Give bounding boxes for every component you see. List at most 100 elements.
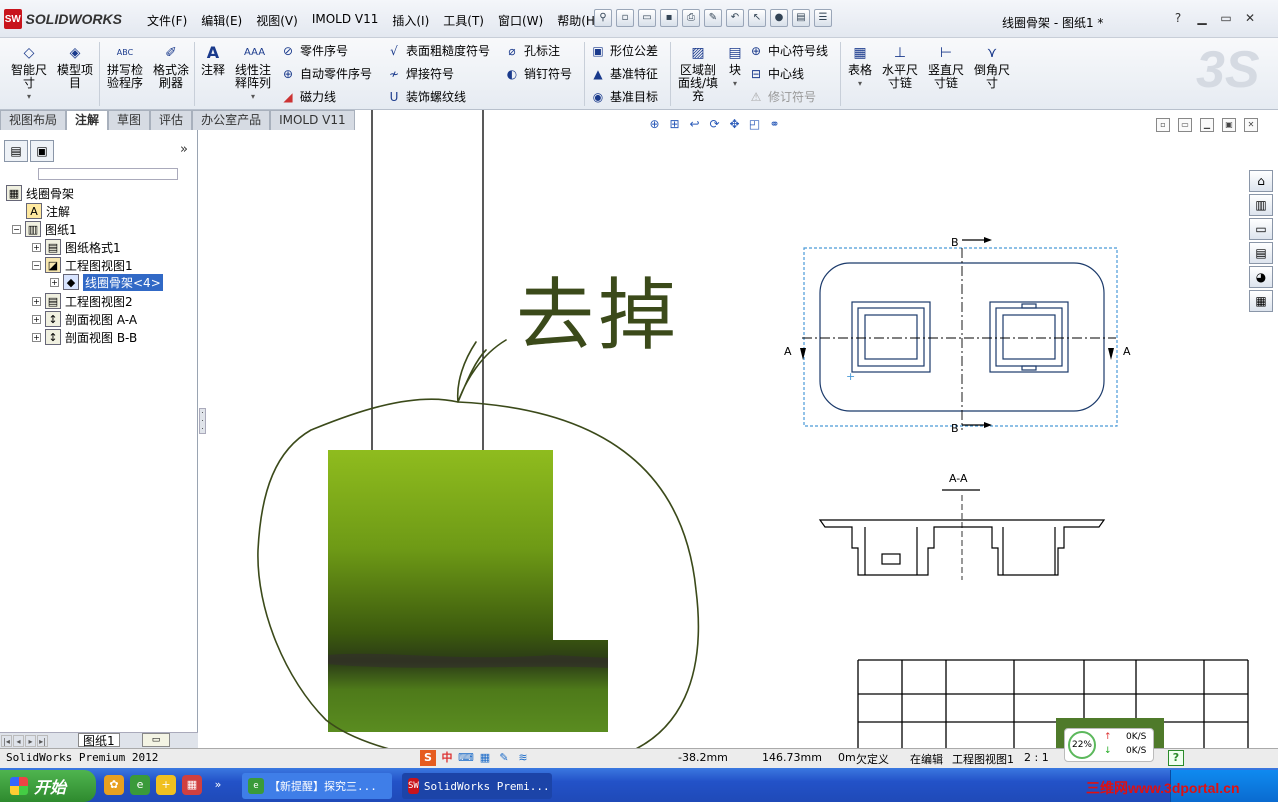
menu-insert[interactable]: 插入(I)	[385, 12, 436, 29]
menu-imold[interactable]: IMOLD V11	[305, 12, 386, 29]
tree-item-drawing-view2[interactable]: + ▤ 工程图视图2	[32, 292, 133, 310]
tree-item-sheet[interactable]: − ▥ 图纸1	[12, 220, 77, 238]
expand-icon[interactable]: +	[32, 242, 41, 252]
tree-item-annotations[interactable]: A 注解	[26, 202, 70, 220]
tab-evaluate[interactable]: 评估	[150, 110, 193, 130]
tree-item-drawing-view1[interactable]: − ◪ 工程图视图1	[32, 256, 133, 274]
smart-dimension-button[interactable]: ◇ 智能尺 寸 ▾	[8, 44, 50, 103]
dropdown-arrow-icon[interactable]: ▾	[232, 90, 274, 103]
note-button[interactable]: A 注释	[198, 44, 228, 77]
dropdown-arrow-icon[interactable]: ▾	[8, 90, 50, 103]
block-button[interactable]: ▤ 块 ▾	[724, 44, 746, 90]
tree-item-sheet-format[interactable]: + ▤ 图纸格式1	[32, 238, 121, 256]
spell-check-button[interactable]: ABC 拼写检 验程序	[104, 44, 146, 90]
centerline-button[interactable]: ⊟ 中心线	[748, 65, 804, 82]
solidworks-logo[interactable]: SW SOLIDWORKS	[4, 9, 122, 29]
vertical-chain-dim-button[interactable]: ⊢ 竖直尺 寸链	[926, 44, 966, 90]
print-icon[interactable]: ⎙	[682, 9, 700, 27]
prev-sheet-icon[interactable]: ◂	[13, 734, 24, 747]
tree-item-section-bb[interactable]: + ↕ 剖面视图 B-B	[32, 328, 137, 346]
open-folder-icon[interactable]: ▭	[638, 9, 656, 27]
chevron-right-icon[interactable]: »	[180, 142, 188, 157]
taskbar-item-solidworks[interactable]: SW SolidWorks Premi...	[402, 773, 552, 799]
dropdown-arrow-icon[interactable]: ▾	[724, 77, 746, 90]
quick-launch-expand-icon[interactable]: »	[208, 775, 228, 795]
balloon-button[interactable]: ⊘ 零件序号	[280, 42, 348, 59]
format-painter-button[interactable]: ✐ 格式涂 刷器	[150, 44, 192, 90]
help-icon[interactable]: ?	[1168, 750, 1184, 766]
close-button[interactable]: ✕	[1242, 10, 1258, 26]
new-document-icon[interactable]: ▫	[616, 9, 634, 27]
cosmetic-thread-button[interactable]: U 装饰螺纹线	[386, 88, 466, 105]
minimize-button[interactable]: ▁	[1194, 10, 1210, 26]
feature-manager-tree-icon[interactable]: ▤	[4, 140, 28, 162]
file-properties-icon[interactable]: ▤	[792, 9, 810, 27]
expand-icon[interactable]: +	[32, 296, 41, 306]
traffic-light-icon[interactable]: ●	[770, 9, 788, 27]
last-sheet-icon[interactable]: ▸|	[37, 734, 48, 747]
quick-launch-tool-icon[interactable]: ▦	[182, 775, 202, 795]
revision-symbol-button[interactable]: ⚠ 修订符号	[748, 88, 816, 105]
dowel-pin-button[interactable]: ◐ 销钉符号	[504, 65, 572, 82]
area-hatch-button[interactable]: ▨ 区域剖 面线/填 充	[676, 44, 720, 103]
menu-window[interactable]: 窗口(W)	[491, 12, 550, 29]
options-icon[interactable]: ☰	[814, 9, 832, 27]
horizontal-chain-dim-button[interactable]: ⊥ 水平尺 寸链	[880, 44, 920, 90]
expand-icon[interactable]: +	[50, 277, 59, 287]
collapse-icon[interactable]: −	[12, 224, 21, 234]
magnetic-line-button[interactable]: ◢ 磁力线	[280, 88, 336, 105]
tab-sketch[interactable]: 草图	[108, 110, 151, 130]
auto-balloon-button[interactable]: ⊕ 自动零件序号	[280, 65, 372, 82]
tree-item-root[interactable]: ▦ 线圈骨架	[6, 184, 74, 202]
first-sheet-icon[interactable]: |◂	[1, 734, 12, 747]
tree-item-section-aa[interactable]: + ↕ 剖面视图 A-A	[32, 310, 137, 328]
tree-item-part[interactable]: + ◆ 线圈骨架<4>	[50, 273, 163, 291]
datum-target-button[interactable]: ◉ 基准目标	[590, 88, 658, 105]
hole-callout-button[interactable]: ⌀ 孔标注	[504, 42, 560, 59]
ime-mode-icon[interactable]: 中	[439, 750, 455, 766]
linear-note-pattern-button[interactable]: AAA 线性注 释阵列 ▾	[232, 44, 274, 103]
undo-icon[interactable]: ↶	[726, 9, 744, 27]
sheet-tab[interactable]: 图纸1	[78, 733, 120, 748]
collapse-icon[interactable]: −	[32, 260, 41, 270]
menu-tools[interactable]: 工具(T)	[436, 12, 491, 29]
sogou-ime-icon[interactable]: S	[420, 750, 436, 766]
next-sheet-icon[interactable]: ▸	[25, 734, 36, 747]
menu-edit[interactable]: 编辑(E)	[194, 12, 249, 29]
wrench-icon[interactable]: ✎	[496, 750, 512, 766]
dropdown-arrow-icon[interactable]: ▾	[846, 77, 874, 90]
pin-icon[interactable]: ⚲	[594, 9, 612, 27]
taskbar-item-browser[interactable]: e 【新提醒】探究三...	[242, 773, 392, 799]
help-question-icon[interactable]: ?	[1170, 10, 1186, 26]
quick-launch-plus-icon[interactable]: +	[156, 775, 176, 795]
menu-file[interactable]: 文件(F)	[140, 12, 194, 29]
tree-filter-input[interactable]	[38, 168, 178, 180]
surface-finish-button[interactable]: √ 表面粗糙度符号	[386, 42, 490, 59]
weld-symbol-button[interactable]: ≁ 焊接符号	[386, 65, 454, 82]
select-arrow-icon[interactable]: ↖	[748, 9, 766, 27]
quick-launch-app-icon[interactable]: ✿	[104, 775, 124, 795]
menu-view[interactable]: 视图(V)	[249, 12, 305, 29]
center-mark-button[interactable]: ⊕ 中心符号线	[748, 42, 828, 59]
property-manager-icon[interactable]: ▣	[30, 140, 54, 162]
tab-annotation[interactable]: 注解	[66, 110, 109, 130]
expand-icon[interactable]: +	[32, 332, 41, 342]
chamfer-dim-button[interactable]: ⋎ 倒角尺 寸	[972, 44, 1012, 90]
paint-icon[interactable]: ✎	[704, 9, 722, 27]
gtol-button[interactable]: ▣ 形位公差	[590, 42, 658, 59]
panel-splitter[interactable]	[198, 130, 206, 748]
restore-button[interactable]: ▭	[1218, 10, 1234, 26]
start-button[interactable]: 开始	[0, 770, 96, 802]
tab-view-layout[interactable]: 视图布局	[0, 110, 67, 130]
save-icon[interactable]: ▪	[660, 9, 678, 27]
browser-icon[interactable]: e	[130, 775, 150, 795]
datum-feature-button[interactable]: ▲ 基准特征	[590, 65, 658, 82]
ime-menu-icon[interactable]: ▦	[477, 750, 493, 766]
rss-icon[interactable]: ≋	[515, 750, 531, 766]
status-scale[interactable]: 2 : 1	[1024, 751, 1049, 764]
keyboard-icon[interactable]: ⌨	[458, 750, 474, 766]
expand-icon[interactable]: +	[32, 314, 41, 324]
splitter-grip-icon[interactable]: · · ·	[199, 408, 206, 434]
add-sheet-icon[interactable]: ▭	[142, 733, 170, 747]
tables-button[interactable]: ▦ 表格 ▾	[846, 44, 874, 90]
